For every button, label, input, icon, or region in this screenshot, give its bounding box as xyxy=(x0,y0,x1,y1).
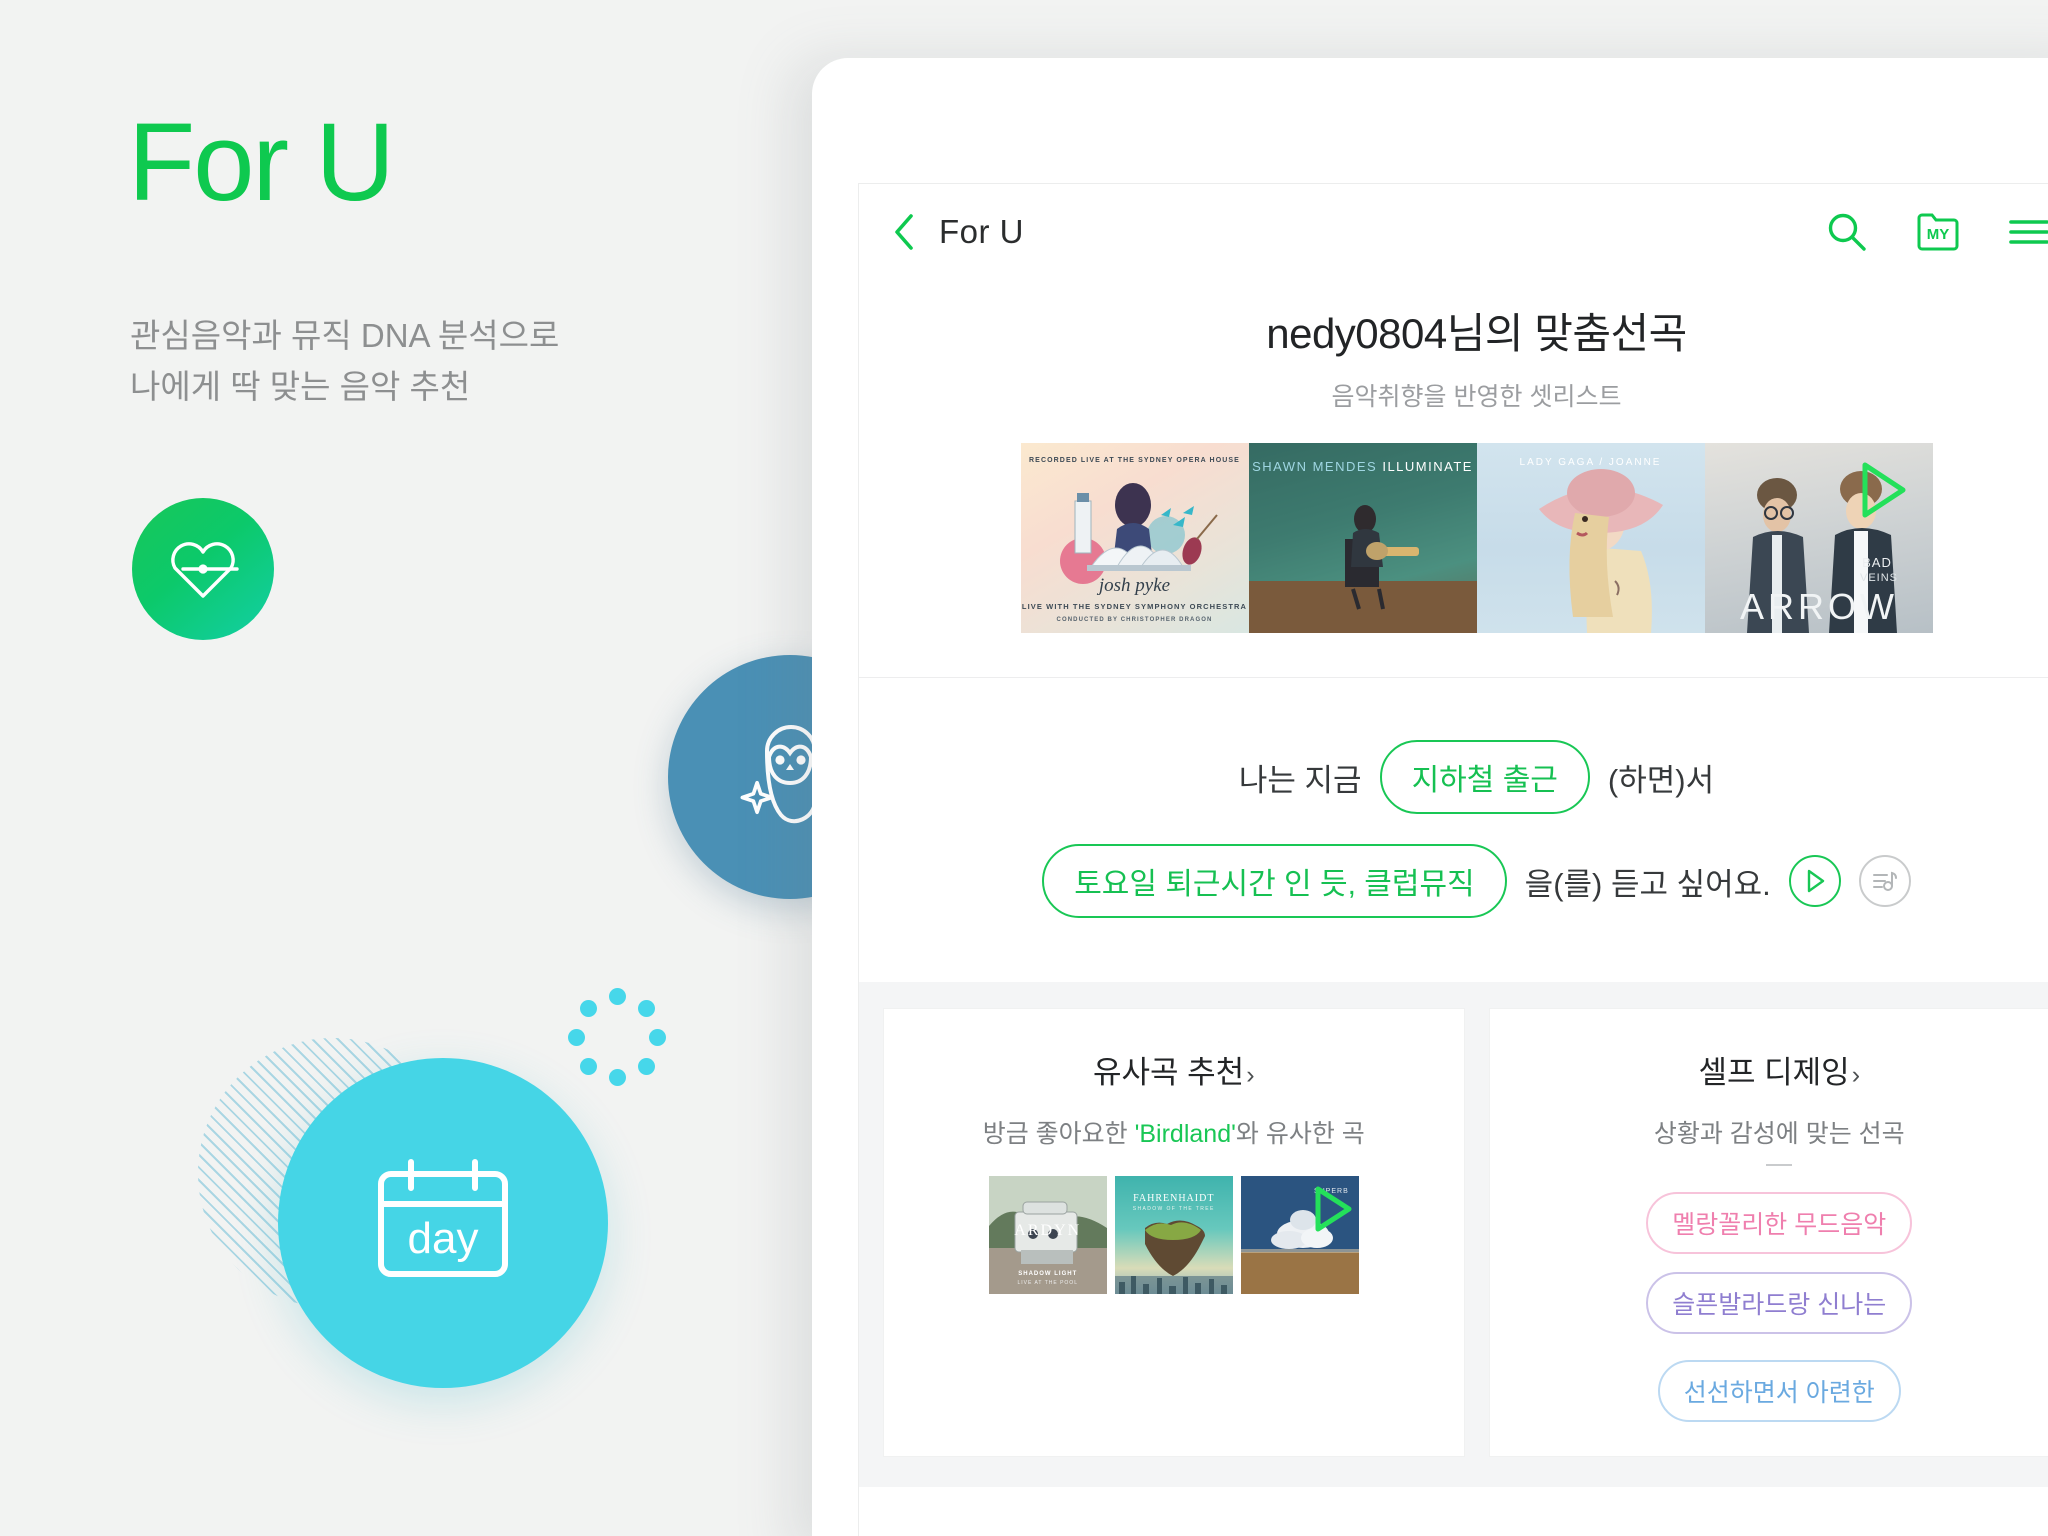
svg-text:MY: MY xyxy=(1927,226,1950,243)
page-root: For U 관심음악과 뮤직 DNA 분석으로 나에게 딱 맞는 음악 추천 d… xyxy=(0,0,2048,1536)
album-cover[interactable]: FAHRENHAIDT SHADOW OF THE TREE xyxy=(1114,1176,1233,1294)
album-artist: ARDYN xyxy=(1014,1222,1082,1239)
album-caption-2: CONDUCTED BY CHRISTOPHER DRAGON xyxy=(1056,617,1213,623)
album-artist: FAHRENHAIDT xyxy=(1133,1193,1215,1204)
hero-cover-strip: RECORDED LIVE AT THE SYDNEY OPERA HOUSE xyxy=(1020,443,1933,633)
back-chevron-icon[interactable] xyxy=(891,212,917,252)
my-folder-icon[interactable]: MY xyxy=(1916,212,1960,252)
mood-prefix: 나는 지금 xyxy=(1238,762,1362,798)
svg-text:ARROW: ARROW xyxy=(1740,586,1898,627)
app-bar: For U MY xyxy=(859,184,2048,280)
day-calendar-badge: day xyxy=(278,1058,608,1388)
similar-songs-covers: ARDYN SHADOW LIGHT LIVE AT THE POOL FAHR… xyxy=(904,1176,1444,1294)
album-cover[interactable]: RECORDED LIVE AT THE SYDNEY OPERA HOUSE xyxy=(1020,443,1249,633)
app-bar-title: For U xyxy=(939,213,1024,250)
hero-section: nedy0804님의 맞춤선곡 음악취향을 반영한 셋리스트 RECORDED … xyxy=(859,280,2048,678)
similar-songs-card[interactable]: 유사곡 추천› 방금 좋아요한 'Birdland'와 유사한 곡 ARDYN … xyxy=(883,1008,1465,1457)
hero-title: nedy0804님의 맞춤선곡 xyxy=(1266,310,1687,357)
heart-pulse-badge xyxy=(132,498,274,640)
heart-pulse-icon xyxy=(171,542,239,598)
mood-line-1: 나는 지금 지하철 출근 (하면)서 xyxy=(859,740,2048,814)
svg-text:BAD: BAD xyxy=(1862,555,1892,570)
album-artwork xyxy=(1538,469,1663,633)
similar-songs-seed: 'Birdland' xyxy=(1134,1120,1236,1148)
promo-subtitle: 관심음악과 뮤직 DNA 분석으로 나에게 딱 맞는 음악 추천 xyxy=(130,317,560,406)
hamburger-menu-icon[interactable] xyxy=(2008,217,2048,247)
album-artist: LADY GAGA / JOANNE xyxy=(1519,457,1662,468)
self-dj-card[interactable]: 셀프 디제잉› 상황과 감성에 맞는 선곡 멜랑꼴리한 무드음악 슬픈발라드랑 … xyxy=(1488,1008,2048,1457)
chevron-right-icon: › xyxy=(1851,1061,1861,1089)
mood-play-button[interactable] xyxy=(1788,855,1841,907)
divider-dash xyxy=(1766,1164,1793,1166)
album-caption: SHADOW OF THE TREE xyxy=(1132,1206,1215,1212)
self-dj-subtitle: 상황과 감성에 맞는 선곡 xyxy=(1653,1120,1905,1148)
self-dj-tags-row-2: 선선하면서 아련한 xyxy=(1510,1360,2048,1422)
app-screen: For U MY nedy0804님의 맞춤선곡 음악취향을 반영한 셋리스트 … xyxy=(858,183,2048,1536)
chevron-right-icon: › xyxy=(1246,1061,1255,1089)
mood-situation-pill[interactable]: 지하철 출근 xyxy=(1379,740,1590,814)
mood-line-2: 토요일 퇴근시간 인 듯, 클럽뮤직 을(를) 듣고 싶어요. xyxy=(859,844,2048,918)
mood-playlist-button[interactable] xyxy=(1858,855,1911,907)
self-dj-title: 셀프 디제잉› xyxy=(1698,1055,1861,1090)
dot-ring-decoration xyxy=(568,988,666,1086)
album-artist: josh pyke xyxy=(1098,575,1171,596)
similar-songs-title: 유사곡 추천› xyxy=(1092,1055,1255,1090)
svg-text:day: day xyxy=(408,1214,479,1263)
mood-suffix: (하면)서 xyxy=(1607,762,1715,798)
discovery-section: 오늘의 발견 당신을 위해 매일 새로운 음악을 추천합니다. xyxy=(859,1487,2048,1536)
mood-suffix-2: 을(를) 듣고 싶어요. xyxy=(1524,866,1771,902)
album-caption: LIVE WITH THE SYDNEY SYMPHONY ORCHESTRA xyxy=(1021,602,1248,611)
self-dj-tag[interactable]: 슬픈발라드랑 신나는 xyxy=(1646,1272,1913,1334)
album-cover[interactable]: LADY GAGA / JOANNE xyxy=(1476,443,1705,633)
mood-genre-pill[interactable]: 토요일 퇴근시간 인 듯, 클럽뮤직 xyxy=(1042,844,1507,918)
search-icon[interactable] xyxy=(1826,211,1868,253)
self-dj-tags-row-1: 멜랑꼴리한 무드음악 슬픈발라드랑 신나는 xyxy=(1510,1192,2048,1334)
playlist-add-icon xyxy=(1872,871,1897,891)
feature-cards-band: 유사곡 추천› 방금 좋아요한 'Birdland'와 유사한 곡 ARDYN … xyxy=(859,982,2048,1487)
album-cover[interactable]: BAD VEINS ARROW xyxy=(1704,443,1933,633)
play-icon[interactable] xyxy=(1309,1184,1355,1234)
promo-title: For U xyxy=(128,101,395,224)
album-cover[interactable]: SUPERB xyxy=(1240,1176,1359,1294)
album-title: ILLUMINATE xyxy=(1382,459,1473,474)
calendar-day-icon: day xyxy=(378,1159,508,1277)
mood-sentence-section: 나는 지금 지하철 출근 (하면)서 토요일 퇴근시간 인 듯, 클럽뮤직 을(… xyxy=(859,678,2048,982)
similar-songs-subtitle: 방금 좋아요한 'Birdland'와 유사한 곡 xyxy=(982,1120,1365,1148)
album-cover[interactable]: ARDYN SHADOW LIGHT LIVE AT THE POOL xyxy=(988,1176,1107,1294)
device-panel: For U MY nedy0804님의 맞춤선곡 음악취향을 반영한 셋리스트 … xyxy=(812,58,2048,1536)
self-dj-tag[interactable]: 선선하면서 아련한 xyxy=(1657,1360,1901,1422)
album-cover[interactable]: SHAWN MENDES ILLUMINATE xyxy=(1248,443,1477,633)
album-caption-2: LIVE AT THE POOL xyxy=(1017,1280,1078,1286)
album-artist: SHAWN MENDES ILLUMINATE xyxy=(1252,459,1473,474)
album-caption: SHADOW LIGHT xyxy=(1018,1271,1078,1277)
app-bar-actions: MY xyxy=(1826,211,2048,253)
svg-text:VEINS: VEINS xyxy=(1859,572,1897,584)
hero-subtitle: 음악취향을 반영한 셋리스트 xyxy=(1331,383,1622,411)
play-icon xyxy=(1807,869,1824,893)
self-dj-tag[interactable]: 멜랑꼴리한 무드음악 xyxy=(1646,1192,1913,1254)
play-icon[interactable] xyxy=(1853,459,1911,521)
